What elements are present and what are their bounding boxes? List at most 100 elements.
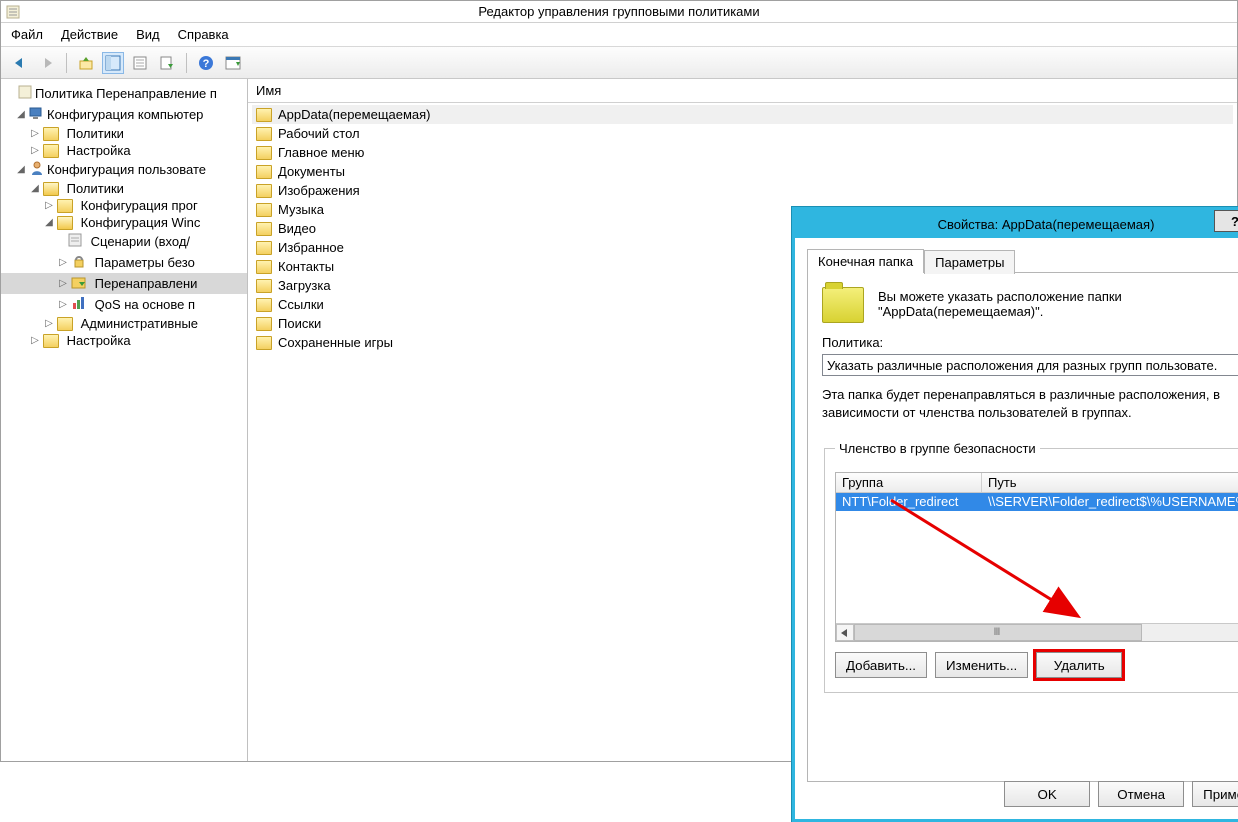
folder-icon: [256, 108, 272, 122]
list-item[interactable]: AppData(перемещаемая): [252, 105, 1233, 124]
tree-label: Политики: [67, 181, 124, 196]
policy-combo[interactable]: [822, 354, 1238, 376]
content-area: Политика Перенаправление п ◢ Конфигураци…: [1, 79, 1237, 761]
show-hide-tree-button[interactable]: [102, 52, 124, 74]
menu-action[interactable]: Действие: [61, 27, 118, 42]
list-item[interactable]: Главное меню: [252, 143, 1233, 162]
cancel-button[interactable]: Отмена: [1098, 781, 1184, 807]
policy-combo-value[interactable]: [823, 355, 1238, 375]
list-item-label: Поиски: [278, 316, 321, 331]
tree-item[interactable]: ▷ Настройка: [1, 332, 247, 349]
menu-help[interactable]: Справка: [178, 27, 229, 42]
horizontal-scrollbar[interactable]: Ⅲ: [836, 623, 1238, 641]
properties-button[interactable]: [129, 52, 151, 74]
app-icon: [5, 4, 21, 23]
tab-strip: Конечная папка Параметры: [807, 248, 1238, 272]
group-button-row: Добавить... Изменить... Удалить: [835, 652, 1238, 678]
col-group[interactable]: Группа: [836, 473, 982, 492]
folder-icon: [43, 127, 59, 141]
expand-icon[interactable]: ▷: [43, 318, 55, 329]
folder-icon: [57, 317, 73, 331]
collapse-icon[interactable]: ◢: [15, 164, 27, 175]
script-icon: [67, 232, 83, 251]
delete-button[interactable]: Удалить: [1036, 652, 1122, 678]
folder-icon: [256, 146, 272, 160]
scroll-left-icon[interactable]: [836, 624, 854, 641]
dialog-help-button[interactable]: ?: [1214, 210, 1238, 232]
list-item-label: Рабочий стол: [278, 126, 360, 141]
menu-file[interactable]: Файл: [11, 27, 43, 42]
folder-icon: [256, 184, 272, 198]
list-item-label: Контакты: [278, 259, 334, 274]
add-button[interactable]: Добавить...: [835, 652, 927, 678]
folder-icon: [256, 279, 272, 293]
properties-dialog: Свойства: AppData(перемещаемая) ? X Коне…: [792, 207, 1238, 822]
toolbar-separator: [66, 53, 67, 73]
export-list-button[interactable]: [156, 52, 178, 74]
annotation-arrow-icon: [886, 495, 1096, 625]
collapse-icon[interactable]: ◢: [15, 109, 27, 120]
policy-description: Эта папка будет перенаправляться в разли…: [822, 386, 1238, 421]
filter-options-button[interactable]: [222, 52, 244, 74]
tree-label: Параметры безо: [95, 255, 195, 270]
hint-text: Вы можете указать расположение папки "Ap…: [878, 287, 1218, 319]
group-grid[interactable]: Группа Путь NTT\Folder_redirect \\SERVER…: [835, 472, 1238, 642]
expand-icon[interactable]: ▷: [43, 200, 55, 211]
security-group-fieldset: Членство в группе безопасности Группа Пу…: [824, 441, 1238, 693]
scroll-thumb[interactable]: Ⅲ: [854, 624, 1142, 641]
col-path[interactable]: Путь: [982, 473, 1238, 492]
tree-item[interactable]: ▷ Настройка: [1, 142, 247, 159]
tree-item[interactable]: Сценарии (вход/: [1, 231, 247, 252]
menu-view[interactable]: Вид: [136, 27, 160, 42]
tree-label: Конфигурация Winc: [81, 215, 201, 230]
dialog-title: Свойства: AppData(перемещаемая): [938, 217, 1155, 232]
dialog-footer: OK Отмена Применить: [1004, 781, 1238, 807]
folder-icon: [256, 317, 272, 331]
tree-label: Конфигурация компьютер: [47, 107, 203, 122]
collapse-icon[interactable]: ◢: [43, 217, 55, 228]
tree-pane[interactable]: Политика Перенаправление п ◢ Конфигураци…: [1, 79, 248, 761]
tree-item[interactable]: ▷ Параметры безо: [1, 252, 247, 273]
list-item-label: Главное меню: [278, 145, 364, 160]
tree-computer-config[interactable]: ◢ Конфигурация компьютер: [1, 104, 247, 125]
tree-user-config[interactable]: ◢ Конфигурация пользовате: [1, 159, 247, 180]
fieldset-legend: Членство в группе безопасности: [835, 441, 1040, 456]
expand-icon[interactable]: ▷: [57, 299, 69, 310]
computer-icon: [29, 105, 45, 124]
grid-row-selected[interactable]: NTT\Folder_redirect \\SERVER\Folder_redi…: [836, 493, 1238, 511]
folder-icon: [43, 144, 59, 158]
tree-root[interactable]: Политика Перенаправление п: [1, 83, 247, 104]
ok-button[interactable]: OK: [1004, 781, 1090, 807]
tree-item[interactable]: ▷ Конфигурация прог: [1, 197, 247, 214]
expand-icon[interactable]: ▷: [29, 335, 41, 346]
list-header-name[interactable]: Имя: [248, 79, 1237, 103]
list-item[interactable]: Рабочий стол: [252, 124, 1233, 143]
tree-item[interactable]: ▷ QoS на основе п: [1, 294, 247, 315]
tab-target-folder[interactable]: Конечная папка: [807, 249, 924, 273]
edit-button[interactable]: Изменить...: [935, 652, 1028, 678]
tab-panel: Вы можете указать расположение папки "Ap…: [807, 272, 1238, 782]
expand-icon[interactable]: ▷: [57, 257, 69, 268]
dialog-titlebar[interactable]: Свойства: AppData(перемещаемая) ? X: [795, 210, 1238, 238]
tree-label: Административные: [81, 316, 198, 331]
scroll-track[interactable]: Ⅲ: [854, 624, 1238, 641]
tree-item-folder-redirection[interactable]: ▷ Перенаправлени: [1, 273, 247, 294]
tab-parameters[interactable]: Параметры: [924, 250, 1015, 274]
expand-icon[interactable]: ▷: [57, 278, 69, 289]
tree-item[interactable]: ▷ Политики: [1, 125, 247, 142]
expand-icon[interactable]: ▷: [29, 128, 41, 139]
help-button[interactable]: ?: [195, 52, 217, 74]
tree-item[interactable]: ◢ Конфигурация Winc: [1, 214, 247, 231]
up-level-button[interactable]: [75, 52, 97, 74]
folder-icon: [256, 241, 272, 255]
list-item[interactable]: Изображения: [252, 181, 1233, 200]
apply-button[interactable]: Применить: [1192, 781, 1238, 807]
list-item[interactable]: Документы: [252, 162, 1233, 181]
nav-forward-button[interactable]: [36, 52, 58, 74]
tree-item[interactable]: ▷ Административные: [1, 315, 247, 332]
expand-icon[interactable]: ▷: [29, 145, 41, 156]
grid-header: Группа Путь: [836, 473, 1238, 493]
collapse-icon[interactable]: ◢: [29, 183, 41, 194]
tree-item[interactable]: ◢ Политики: [1, 180, 247, 197]
nav-back-button[interactable]: [9, 52, 31, 74]
